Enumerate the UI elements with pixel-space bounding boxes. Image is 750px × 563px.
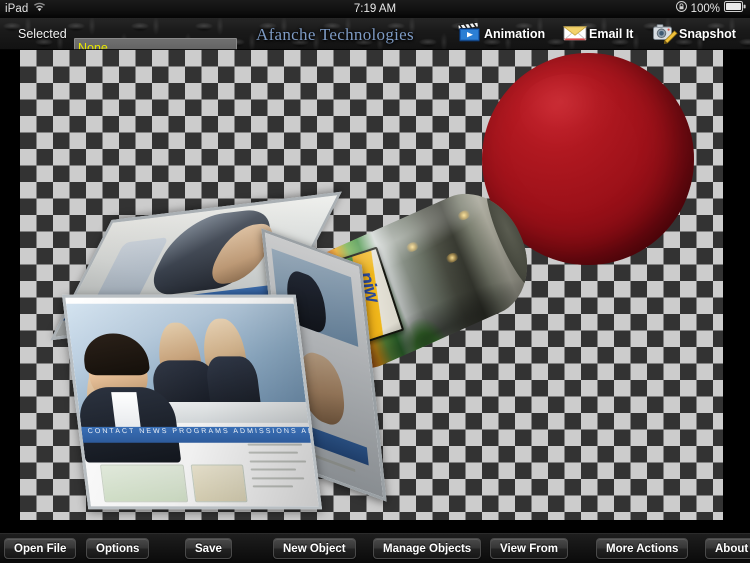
selected-object-field[interactable]: None bbox=[74, 38, 237, 50]
selected-object-value: None bbox=[78, 41, 108, 50]
about-button[interactable]: About bbox=[705, 538, 750, 559]
new-object-button[interactable]: New Object bbox=[273, 538, 356, 559]
camera-pencil-icon bbox=[652, 20, 678, 49]
animation-button[interactable]: Animation bbox=[457, 18, 545, 50]
status-bar-right: 100% bbox=[675, 0, 746, 18]
ipad-app-window: iPad 7:19 AM 100% Selected None Afanche … bbox=[0, 0, 750, 563]
texture-text-line bbox=[251, 477, 304, 480]
cube-face-front: CONTACT NEWS PROGRAMS ADMISSIONS ABOUT H… bbox=[61, 294, 323, 510]
texture-text-line bbox=[247, 443, 303, 446]
app-bottom-toolbar: Open File Options Save New Object Manage… bbox=[0, 533, 750, 563]
animation-label: Animation bbox=[484, 27, 546, 41]
texture-nav-band: CONTACT NEWS PROGRAMS ADMISSIONS ABOUT H… bbox=[81, 426, 322, 443]
texture-text-line bbox=[249, 460, 307, 463]
email-it-button[interactable]: Email It bbox=[562, 18, 633, 50]
texture-text-line bbox=[248, 452, 299, 455]
view-from-button[interactable]: View From bbox=[490, 538, 568, 559]
rotation-lock-icon bbox=[675, 0, 687, 18]
texture-text-line bbox=[250, 468, 297, 471]
texture-text-line bbox=[252, 485, 294, 488]
app-top-toolbar: Selected None Afanche Technologies Anima… bbox=[0, 18, 750, 50]
envelope-icon bbox=[562, 20, 588, 49]
3d-viewport-canvas[interactable]: niw bbox=[20, 50, 723, 520]
battery-full-icon bbox=[724, 0, 746, 18]
selected-label: Selected bbox=[18, 27, 67, 41]
film-clapper-icon bbox=[457, 20, 483, 49]
snapshot-label: Snapshot bbox=[679, 27, 736, 41]
options-button[interactable]: Options bbox=[86, 538, 150, 559]
texture-nav-text: CONTACT NEWS PROGRAMS ADMISSIONS ABOUT H… bbox=[87, 427, 323, 435]
texture-content-card-left bbox=[99, 464, 189, 502]
manage-objects-button[interactable]: Manage Objects bbox=[373, 538, 482, 559]
email-it-label: Email It bbox=[589, 27, 634, 41]
open-file-button[interactable]: Open File bbox=[4, 538, 77, 559]
ios-status-bar: iPad 7:19 AM 100% bbox=[0, 0, 750, 18]
more-actions-button[interactable]: More Actions bbox=[596, 538, 689, 559]
cube-object[interactable]: CONTACT NEWS PROGRAMS ADMISSIONS ABOUT H… bbox=[50, 191, 387, 518]
cube-front-texture: CONTACT NEWS PROGRAMS ADMISSIONS ABOUT H… bbox=[65, 297, 322, 507]
snapshot-button[interactable]: Snapshot bbox=[652, 18, 736, 50]
battery-percent-label: 100% bbox=[690, 3, 720, 15]
save-button[interactable]: Save bbox=[185, 538, 232, 559]
texture-content-card-mid bbox=[190, 464, 248, 502]
app-brand-title: Afanche Technologies bbox=[256, 25, 414, 44]
clock-label: 7:19 AM bbox=[353, 3, 397, 15]
texture-person-shirt bbox=[111, 391, 141, 430]
